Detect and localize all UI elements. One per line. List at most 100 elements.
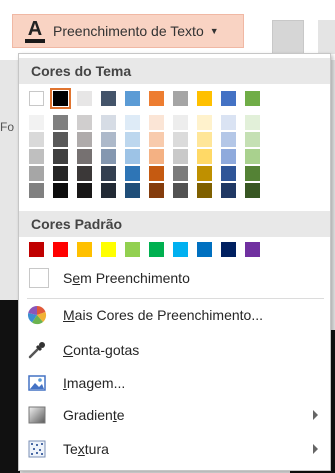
theme-shade-swatch[interactable] [53,115,68,130]
theme-shade-swatch[interactable] [101,166,116,181]
texture-icon [27,439,47,459]
theme-shade-swatch[interactable] [125,132,140,147]
standard-color-swatch[interactable] [53,242,68,257]
theme-shade-swatch[interactable] [77,149,92,164]
theme-shade-swatch[interactable] [221,166,236,181]
theme-color-swatch[interactable] [245,91,260,106]
more-fill-colors-label: Mais Cores de Preenchimento... [63,307,263,323]
eyedropper-item[interactable]: Conta-gotas [19,335,330,365]
text-fill-button[interactable]: A Preenchimento de Texto ▼ [12,14,244,48]
theme-shade-swatch[interactable] [221,183,236,198]
no-fill-item[interactable]: Sem Preenchimento [19,263,330,293]
theme-shade-swatch[interactable] [221,149,236,164]
theme-shade-swatch[interactable] [29,166,44,181]
theme-shade-swatch[interactable] [101,132,116,147]
theme-shade-swatch[interactable] [245,149,260,164]
standard-colors-header: Cores Padrão [19,211,330,237]
theme-shade-swatch[interactable] [245,115,260,130]
theme-shade-swatch[interactable] [221,132,236,147]
image-item[interactable]: Imagem... [19,368,330,398]
texture-item[interactable]: Textura [19,434,330,464]
theme-color-swatch[interactable] [29,91,44,106]
theme-color-swatch[interactable] [50,88,71,109]
standard-color-swatch[interactable] [125,242,140,257]
theme-shade-swatch[interactable] [53,132,68,147]
eyedropper-label: Conta-gotas [63,342,140,358]
theme-shade-swatch[interactable] [197,149,212,164]
chevron-down-icon: ▼ [209,26,219,36]
theme-color-swatch[interactable] [221,91,236,106]
theme-color-swatch[interactable] [173,91,188,106]
theme-shade-swatch[interactable] [173,132,188,147]
theme-shade-swatch[interactable] [197,132,212,147]
text-fill-dropdown: Cores do Tema Cores Padrão Sem Preenchim… [18,53,331,471]
theme-shade-swatch[interactable] [125,183,140,198]
theme-shade-swatch[interactable] [101,183,116,198]
theme-colors-header: Cores do Tema [19,58,330,84]
picture-icon [27,373,47,393]
standard-color-swatch[interactable] [221,242,236,257]
standard-color-swatch[interactable] [149,242,164,257]
theme-shade-swatch[interactable] [77,115,92,130]
theme-shade-swatch[interactable] [245,132,260,147]
theme-shade-swatch[interactable] [149,115,164,130]
theme-shade-swatch[interactable] [77,132,92,147]
standard-color-swatch[interactable] [77,242,92,257]
theme-color-swatch[interactable] [101,91,116,106]
standard-color-swatch[interactable] [173,242,188,257]
theme-color-swatch[interactable] [125,91,140,106]
text-fill-button-label: Preenchimento de Texto [53,23,204,39]
theme-shade-swatch[interactable] [197,166,212,181]
theme-shade-swatch[interactable] [77,166,92,181]
theme-color-swatch[interactable] [77,91,92,106]
theme-shade-swatch[interactable] [125,115,140,130]
theme-shade-swatch[interactable] [245,166,260,181]
theme-shade-swatch[interactable] [29,149,44,164]
theme-shade-swatch[interactable] [125,149,140,164]
gradient-item[interactable]: Gradiente [19,400,330,430]
submenu-arrow-icon [313,444,318,454]
theme-shade-swatch[interactable] [77,183,92,198]
ribbon-control-right[interactable] [272,20,304,56]
theme-shade-swatch[interactable] [197,115,212,130]
theme-shade-swatch[interactable] [125,166,140,181]
text-fill-a-icon: A [23,18,47,44]
more-fill-colors-item[interactable]: Mais Cores de Preenchimento... [19,300,330,330]
no-fill-label: Sem Preenchimento [63,270,190,286]
theme-shade-swatch[interactable] [53,149,68,164]
theme-shade-swatch[interactable] [101,149,116,164]
theme-shade-swatch[interactable] [173,149,188,164]
image-label: Imagem... [63,375,126,391]
theme-shade-swatch[interactable] [245,183,260,198]
theme-shade-swatch[interactable] [173,115,188,130]
theme-shade-swatch[interactable] [173,166,188,181]
theme-shade-swatch[interactable] [221,115,236,130]
theme-shade-swatch[interactable] [53,183,68,198]
menu-separator [27,298,324,299]
no-fill-swatch [29,268,49,288]
standard-color-swatch[interactable] [197,242,212,257]
theme-shade-swatch[interactable] [173,183,188,198]
theme-shade-swatch[interactable] [149,132,164,147]
submenu-arrow-icon [313,410,318,420]
eyedropper-icon [27,340,47,360]
color-wheel-icon [27,305,47,325]
theme-shade-swatch[interactable] [29,183,44,198]
texture-label: Textura [63,441,109,457]
gradient-label: Gradiente [63,407,125,423]
standard-color-swatch[interactable] [245,242,260,257]
theme-color-swatch[interactable] [197,91,212,106]
theme-shade-swatch[interactable] [197,183,212,198]
theme-color-swatch[interactable] [149,91,164,106]
theme-shade-swatch[interactable] [149,183,164,198]
standard-color-swatch[interactable] [101,242,116,257]
theme-shade-swatch[interactable] [29,132,44,147]
theme-shade-swatch[interactable] [29,115,44,130]
document-background [0,300,20,473]
theme-shade-swatch[interactable] [149,149,164,164]
standard-color-swatch[interactable] [29,242,44,257]
theme-shade-swatch[interactable] [149,166,164,181]
theme-shade-swatch[interactable] [101,115,116,130]
gradient-icon [27,405,47,425]
theme-shade-swatch[interactable] [53,166,68,181]
